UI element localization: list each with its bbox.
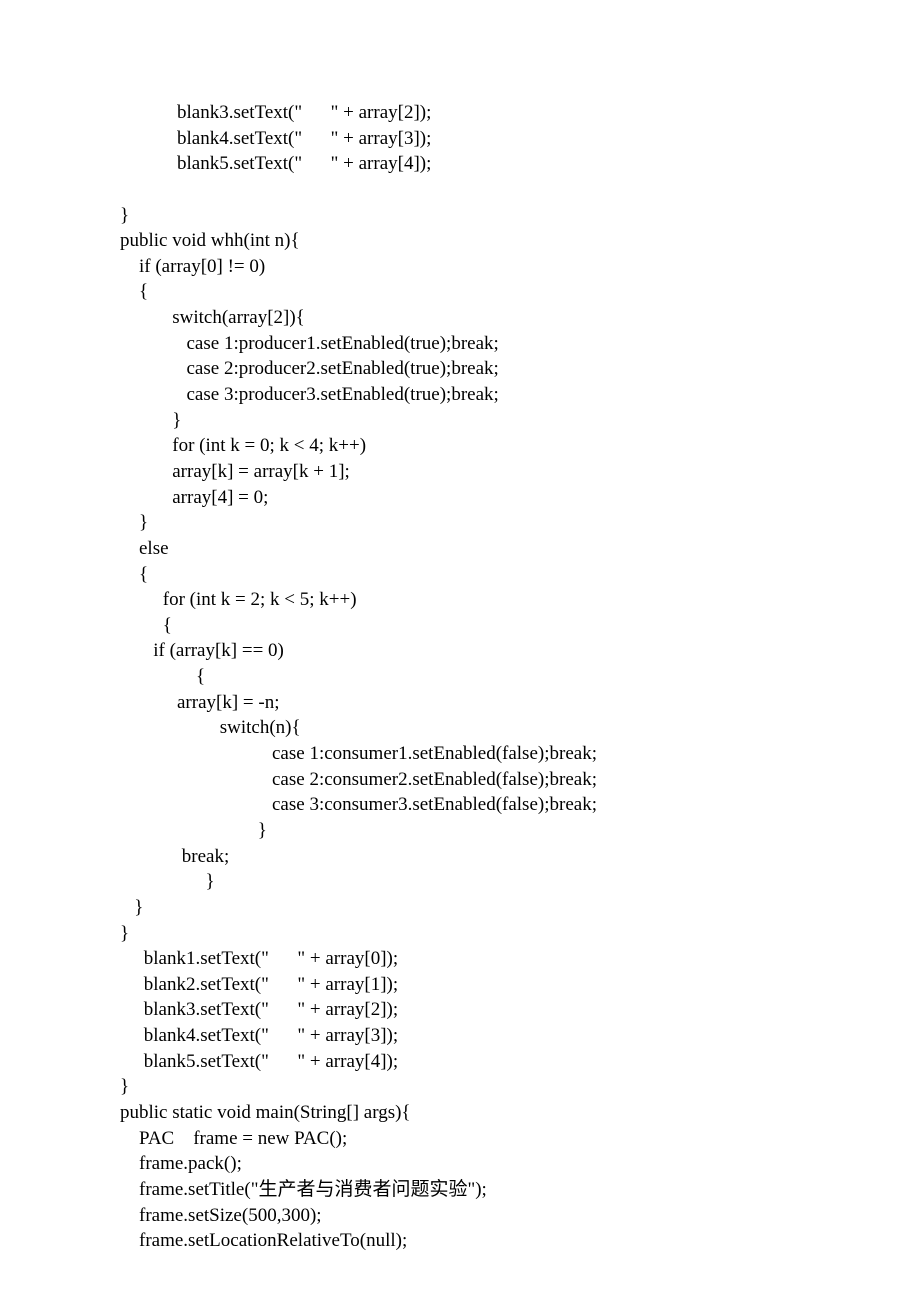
- code-line: {: [120, 281, 148, 302]
- code-line: case 3:producer3.setEnabled(true);break;: [120, 384, 499, 405]
- code-line: case 1:producer1.setEnabled(true);break;: [120, 333, 499, 354]
- code-line: public void whh(int n){: [120, 230, 300, 251]
- code-line: case 3:consumer3.setEnabled(false);break…: [120, 794, 597, 815]
- code-line: }: [120, 820, 267, 841]
- code-line: PAC frame = new PAC();: [120, 1128, 347, 1149]
- code-line: {: [120, 564, 148, 585]
- code-line: blank5.setText(" " + array[4]);: [120, 1051, 398, 1072]
- code-line: {: [120, 666, 205, 687]
- code-line: blank5.setText(" " + array[4]);: [120, 153, 431, 174]
- code-line: else: [120, 538, 169, 559]
- code-line: }: [120, 205, 129, 226]
- code-line: switch(array[2]){: [120, 307, 305, 328]
- code-line: blank4.setText(" " + array[3]);: [120, 128, 431, 149]
- code-line: blank3.setText(" " + array[2]);: [120, 102, 431, 123]
- code-line: }: [120, 1076, 129, 1097]
- code-line: for (int k = 0; k < 4; k++): [120, 435, 366, 456]
- code-line: if (array[0] != 0): [120, 256, 265, 277]
- code-line: public static void main(String[] args){: [120, 1102, 411, 1123]
- code-line: frame.setLocationRelativeTo(null);: [120, 1230, 407, 1251]
- code-line: array[k] = -n;: [120, 692, 280, 713]
- code-page: blank3.setText(" " + array[2]); blank4.s…: [0, 0, 920, 1314]
- code-line: array[k] = array[k + 1];: [120, 461, 350, 482]
- code-line: }: [120, 923, 129, 944]
- code-line: blank2.setText(" " + array[1]);: [120, 974, 398, 995]
- code-line: break;: [120, 846, 229, 867]
- code-line: switch(n){: [120, 717, 301, 738]
- code-line: if (array[k] == 0): [120, 640, 284, 661]
- code-line: }: [120, 897, 143, 918]
- code-line: blank1.setText(" " + array[0]);: [120, 948, 398, 969]
- code-line: frame.pack();: [120, 1153, 242, 1174]
- code-line: case 2:producer2.setEnabled(true);break;: [120, 358, 499, 379]
- code-line: blank3.setText(" " + array[2]);: [120, 999, 398, 1020]
- code-line: blank4.setText(" " + array[3]);: [120, 1025, 398, 1046]
- code-line: case 1:consumer1.setEnabled(false);break…: [120, 743, 597, 764]
- code-line: {: [120, 615, 172, 636]
- code-line: array[4] = 0;: [120, 487, 268, 508]
- code-line: }: [120, 512, 148, 533]
- code-line: for (int k = 2; k < 5; k++): [120, 589, 357, 610]
- code-line: frame.setSize(500,300);: [120, 1205, 322, 1226]
- code-line: case 2:consumer2.setEnabled(false);break…: [120, 769, 597, 790]
- code-line: }: [120, 410, 181, 431]
- code-line: }: [120, 871, 215, 892]
- code-line: frame.setTitle("生产者与消费者问题实验");: [120, 1179, 487, 1200]
